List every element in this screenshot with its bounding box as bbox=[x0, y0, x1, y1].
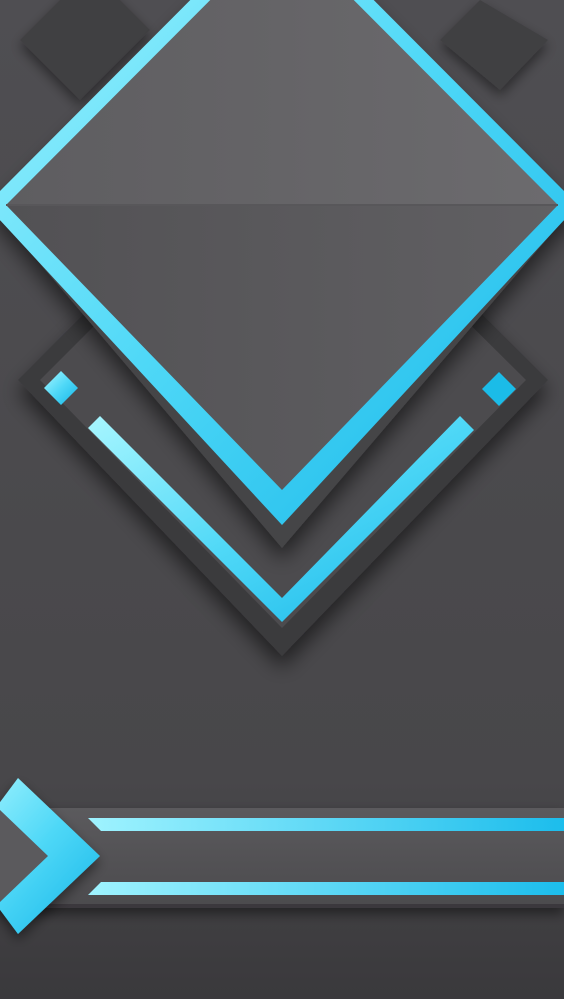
band-stripe-top bbox=[88, 818, 564, 831]
band-stripe-bottom bbox=[88, 882, 564, 895]
wallpaper-artwork bbox=[0, 0, 564, 999]
geometric-wallpaper bbox=[0, 0, 564, 999]
